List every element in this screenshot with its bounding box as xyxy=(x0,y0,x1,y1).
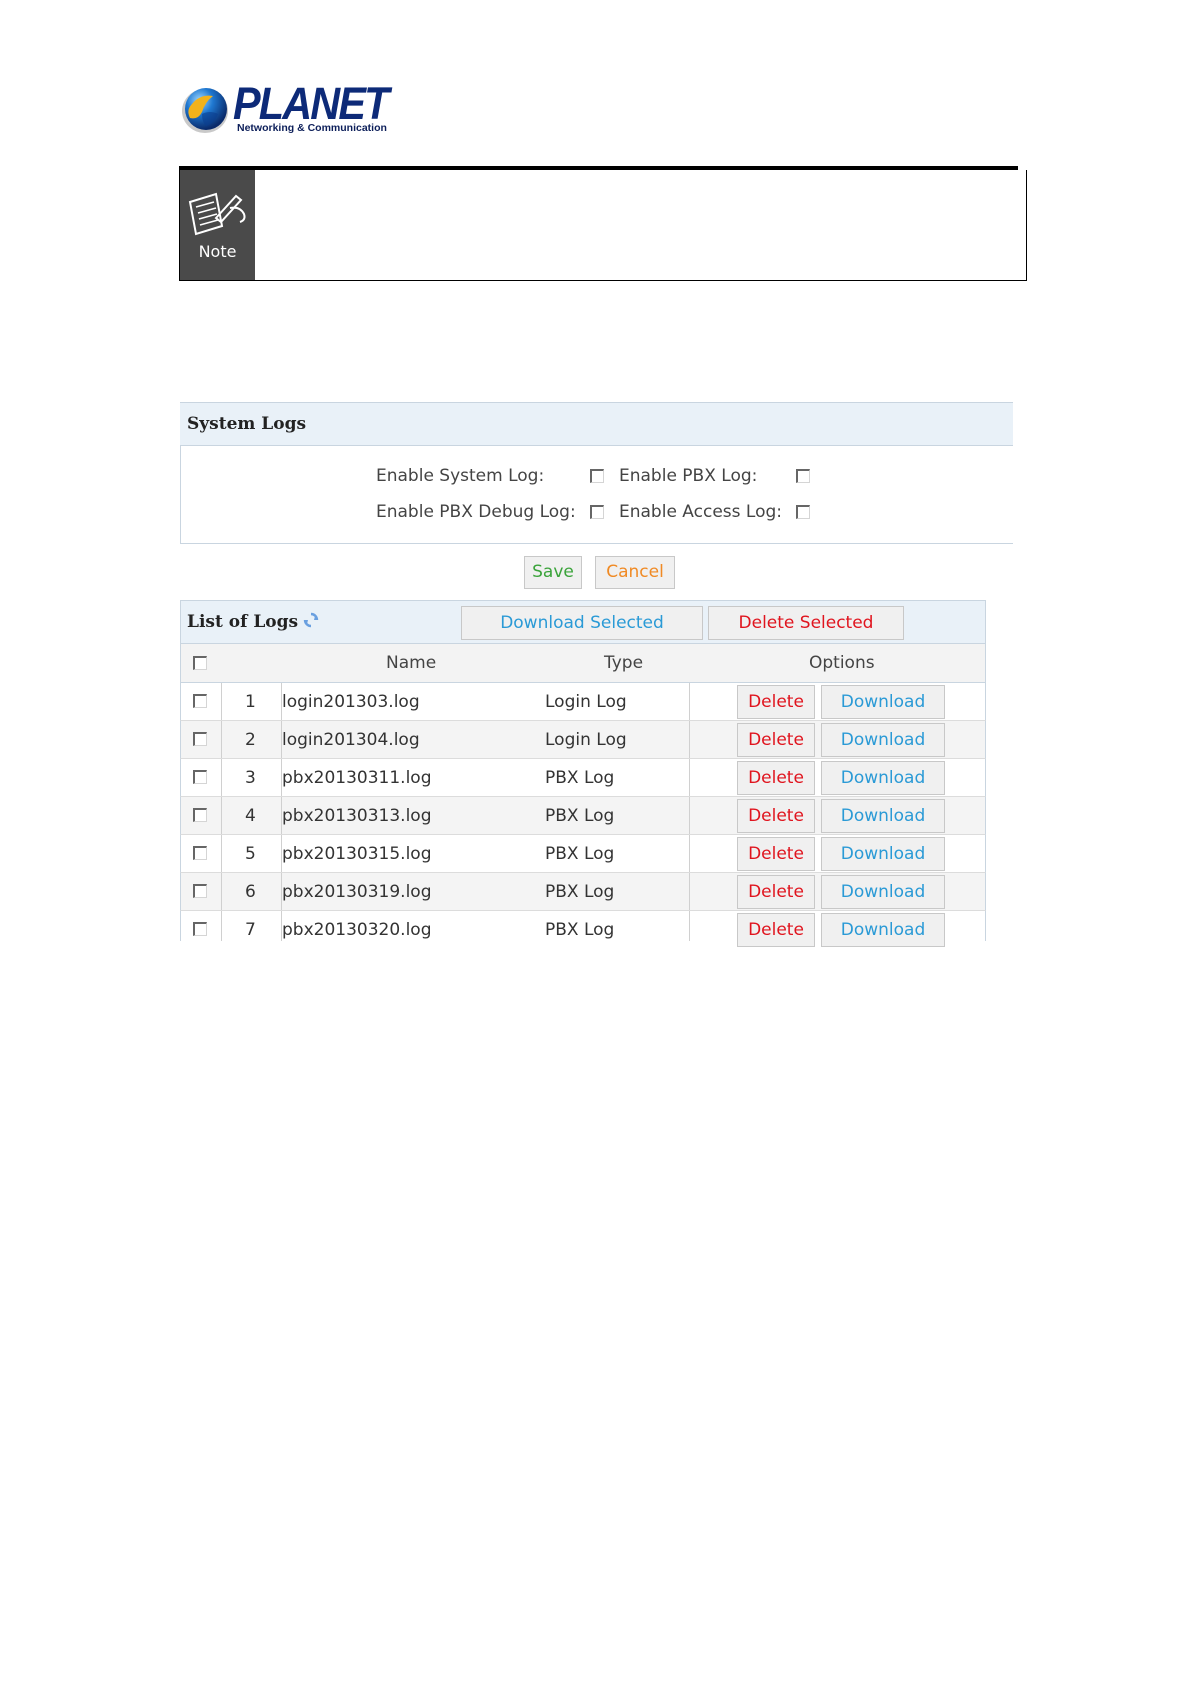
delete-log-button[interactable]: Delete xyxy=(737,761,815,795)
enable-pbx-debug-log-label: Enable PBX Debug Log: xyxy=(376,502,576,522)
row-checkbox[interactable] xyxy=(193,770,207,784)
planet-globe-icon xyxy=(182,88,228,133)
delete-log-button[interactable]: Delete xyxy=(737,875,815,909)
row-log-type: PBX Log xyxy=(545,920,615,940)
brand-tagline: Networking & Communication xyxy=(237,122,387,134)
row-log-name: login201303.log xyxy=(282,692,420,712)
note-pen-icon xyxy=(188,192,246,236)
system-logs-title: System Logs xyxy=(187,414,307,434)
column-type-header: Type xyxy=(604,653,644,673)
system-logs-header: System Logs xyxy=(180,402,1013,446)
refresh-icon[interactable] xyxy=(302,611,320,629)
enable-system-log-checkbox[interactable] xyxy=(590,469,604,483)
download-log-button[interactable]: Download xyxy=(821,875,945,909)
download-log-button[interactable]: Download xyxy=(821,913,945,947)
row-checkbox[interactable] xyxy=(193,732,207,746)
enable-pbx-debug-log-checkbox[interactable] xyxy=(590,505,604,519)
list-of-logs-title: List of Logs xyxy=(187,612,299,632)
download-log-button[interactable]: Download xyxy=(821,837,945,871)
delete-log-button[interactable]: Delete xyxy=(737,685,815,719)
row-index: 5 xyxy=(245,844,256,864)
row-log-name: pbx20130313.log xyxy=(282,806,432,826)
enable-access-log-label: Enable Access Log: xyxy=(619,502,783,522)
delete-selected-button[interactable]: Delete Selected xyxy=(708,606,904,640)
row-index: 1 xyxy=(245,692,256,712)
download-log-button[interactable]: Download xyxy=(821,761,945,795)
row-checkbox[interactable] xyxy=(193,694,207,708)
row-log-type: PBX Log xyxy=(545,882,615,902)
note-label: Note xyxy=(198,242,237,261)
row-checkbox[interactable] xyxy=(193,884,207,898)
row-log-name: pbx20130319.log xyxy=(282,882,432,902)
system-logs-panel: System Logs Enable System Log: Enable PB… xyxy=(180,402,1013,947)
delete-log-button[interactable]: Delete xyxy=(737,799,815,833)
row-log-type: PBX Log xyxy=(545,844,615,864)
download-log-button[interactable]: Download xyxy=(821,723,945,757)
row-index: 2 xyxy=(245,730,256,750)
list-of-logs-header: List of Logs Download Selected Delete Se… xyxy=(180,600,986,644)
row-log-type: PBX Log xyxy=(545,806,615,826)
delete-log-button[interactable]: Delete xyxy=(737,837,815,871)
row-index: 7 xyxy=(245,920,256,940)
row-log-type: Login Log xyxy=(545,692,627,712)
table-row: 7 pbx20130320.log PBX Log Delete Downloa… xyxy=(180,911,986,947)
row-log-type: PBX Log xyxy=(545,768,615,788)
delete-log-button[interactable]: Delete xyxy=(737,913,815,947)
cancel-button[interactable]: Cancel xyxy=(595,556,675,589)
enable-system-log-label: Enable System Log: xyxy=(376,466,545,486)
row-checkbox[interactable] xyxy=(193,846,207,860)
note-sidebar: Note xyxy=(180,170,255,280)
download-log-button[interactable]: Download xyxy=(821,799,945,833)
row-index: 3 xyxy=(245,768,256,788)
select-all-checkbox[interactable] xyxy=(193,656,207,670)
logs-table-viewport: Name Type Options 1 login201303.log Logi… xyxy=(180,644,986,1144)
download-log-button[interactable]: Download xyxy=(821,685,945,719)
table-row: 4 pbx20130313.log PBX Log Delete Downloa… xyxy=(180,797,986,835)
planet-logo: PLANET Networking & Communication xyxy=(180,78,389,138)
logs-table-header: Name Type Options xyxy=(180,644,986,683)
row-checkbox[interactable] xyxy=(193,922,207,936)
row-log-name: login201304.log xyxy=(282,730,420,750)
enable-access-log-checkbox[interactable] xyxy=(796,505,810,519)
save-button[interactable]: Save xyxy=(524,556,582,589)
table-row: 6 pbx20130319.log PBX Log Delete Downloa… xyxy=(180,873,986,911)
column-name-header: Name xyxy=(386,653,437,673)
row-log-type: Login Log xyxy=(545,730,627,750)
table-row: 1 login201303.log Login Log Delete Downl… xyxy=(180,683,986,721)
column-options-header: Options xyxy=(809,653,875,673)
table-row: 2 login201304.log Login Log Delete Downl… xyxy=(180,721,986,759)
enable-pbx-log-label: Enable PBX Log: xyxy=(619,466,758,486)
download-selected-button[interactable]: Download Selected xyxy=(461,606,703,640)
delete-log-button[interactable]: Delete xyxy=(737,723,815,757)
row-log-name: pbx20130311.log xyxy=(282,768,432,788)
note-box: Note xyxy=(179,170,1027,281)
enable-pbx-log-checkbox[interactable] xyxy=(796,469,810,483)
table-row: 5 pbx20130315.log PBX Log Delete Downloa… xyxy=(180,835,986,873)
system-logs-options: Enable System Log: Enable PBX Log: Enabl… xyxy=(180,446,1013,544)
row-index: 6 xyxy=(245,882,256,902)
row-log-name: pbx20130320.log xyxy=(282,920,432,940)
row-index: 4 xyxy=(245,806,256,826)
table-row: 3 pbx20130311.log PBX Log Delete Downloa… xyxy=(180,759,986,797)
row-log-name: pbx20130315.log xyxy=(282,844,432,864)
row-checkbox[interactable] xyxy=(193,808,207,822)
